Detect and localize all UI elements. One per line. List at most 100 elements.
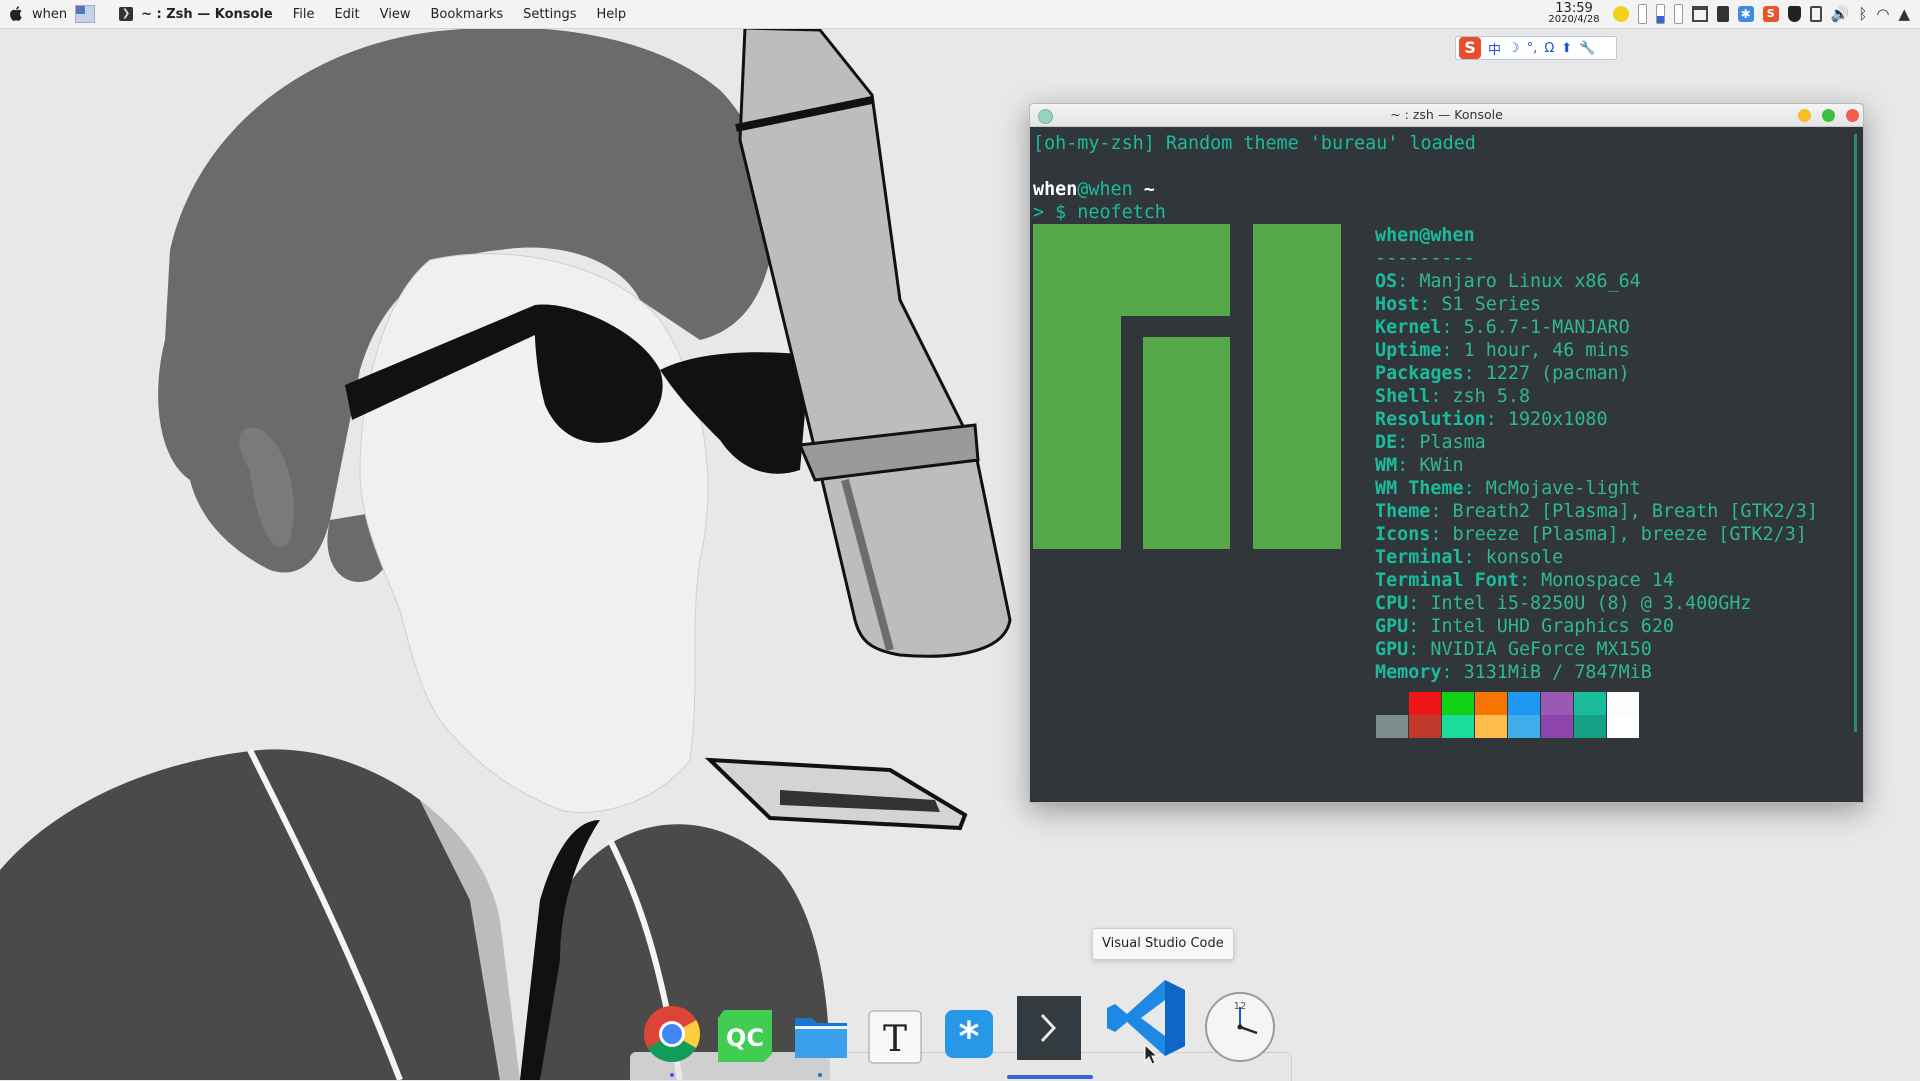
- info-colon: :: [1441, 340, 1464, 361]
- apple-menu-icon[interactable]: [10, 6, 24, 22]
- info-key: Theme: [1375, 501, 1431, 522]
- info-key: Icons: [1375, 524, 1431, 545]
- menu-help[interactable]: Help: [596, 7, 626, 22]
- info-colon: :: [1441, 317, 1464, 338]
- files-running-indicator: [818, 1073, 822, 1077]
- info-line: GPU: NVIDIA GeForce MX150: [1375, 638, 1652, 661]
- virtual-desktop-2-icon[interactable]: [1655, 4, 1665, 24]
- shield-icon[interactable]: [1787, 6, 1801, 22]
- prompt-line: when@when ~: [1033, 178, 1155, 201]
- prompt-symbol: > $: [1033, 202, 1078, 223]
- palette-swatch: [1376, 715, 1408, 738]
- konsole-app-icon: ❯: [119, 7, 134, 21]
- info-value: Breath2 [Plasma], Breath [GTK2/3]: [1452, 501, 1818, 522]
- konsole-active-indicator: [1007, 1075, 1093, 1079]
- virtual-desktop-1-icon[interactable]: [1637, 4, 1647, 24]
- palette-swatch: [1409, 692, 1441, 715]
- info-line: OS: Manjaro Linux x86_64: [1375, 270, 1641, 293]
- minimize-button[interactable]: [1798, 109, 1811, 122]
- menu-file[interactable]: File: [293, 7, 315, 22]
- input-method-icon[interactable]: S: [1762, 6, 1779, 22]
- palette-swatch: [1508, 715, 1540, 738]
- info-key: OS: [1375, 271, 1398, 292]
- trash-icon[interactable]: [1716, 6, 1729, 22]
- clock-app-icon[interactable]: 12: [1203, 990, 1277, 1064]
- prompt-user: when: [1033, 179, 1078, 200]
- info-value: Intel i5-8250U (8) @ 3.400GHz: [1430, 593, 1752, 614]
- virtual-desktop-3-icon[interactable]: [1673, 4, 1683, 24]
- pin-icon[interactable]: [1038, 109, 1053, 124]
- terminal-output[interactable]: [oh-my-zsh] Random theme 'bureau' loaded…: [1033, 128, 1853, 798]
- maximize-button[interactable]: [1822, 109, 1835, 122]
- info-value: S1 Series: [1441, 294, 1542, 315]
- info-value: Intel UHD Graphics 620: [1430, 616, 1674, 637]
- menu-settings[interactable]: Settings: [523, 7, 576, 22]
- info-colon: :: [1430, 501, 1453, 522]
- info-key: GPU: [1375, 616, 1409, 637]
- chrome-icon[interactable]: [643, 1005, 701, 1063]
- bluetooth-icon[interactable]: ᛒ: [1858, 6, 1867, 22]
- moon-icon[interactable]: ☽: [1508, 41, 1520, 56]
- menu-view[interactable]: View: [380, 7, 411, 22]
- info-line: Host: S1 Series: [1375, 293, 1541, 316]
- close-button[interactable]: [1846, 109, 1859, 122]
- info-line: Icons: breeze [Plasma], breeze [GTK2/3]: [1375, 523, 1807, 546]
- night-color-icon[interactable]: [1612, 6, 1629, 22]
- svg-text:*: *: [959, 1014, 980, 1060]
- wrench-icon[interactable]: 🔧: [1579, 41, 1595, 56]
- info-key: CPU: [1375, 593, 1409, 614]
- info-header: when@when: [1375, 225, 1475, 246]
- window-titlebar[interactable]: ~ : zsh — Konsole: [1030, 104, 1863, 127]
- tray-expand-icon[interactable]: ▲: [1898, 6, 1910, 22]
- info-line: Resolution: 1920x1080: [1375, 408, 1608, 431]
- menu-bookmarks[interactable]: Bookmarks: [431, 7, 504, 22]
- menu-edit[interactable]: Edit: [334, 7, 359, 22]
- window-title: ~ : zsh — Konsole: [1390, 107, 1503, 122]
- info-key: Memory: [1375, 662, 1442, 683]
- info-value: Monospace 14: [1541, 570, 1674, 591]
- manjaro-logo-block: [1253, 224, 1341, 549]
- info-key: GPU: [1375, 639, 1409, 660]
- clock-time: 13:59: [1555, 1, 1593, 16]
- palette-swatch: [1475, 715, 1507, 738]
- typora-icon[interactable]: T: [866, 1008, 924, 1066]
- info-value: McMojave-light: [1485, 478, 1641, 499]
- clock[interactable]: 13:59 2020/4/28: [1548, 1, 1599, 25]
- info-key: Terminal Font: [1375, 570, 1519, 591]
- volume-icon[interactable]: 🔊: [1831, 6, 1850, 22]
- sogou-icon[interactable]: *: [941, 1006, 997, 1064]
- symbol-icon[interactable]: Ω: [1544, 41, 1554, 56]
- info-colon: :: [1419, 294, 1442, 315]
- info-line: WM: KWin: [1375, 454, 1464, 477]
- info-colon: :: [1408, 639, 1431, 660]
- konsole-window: ~ : zsh — Konsole [oh-my-zsh] Random the…: [1029, 103, 1864, 803]
- palette-swatch: [1541, 715, 1573, 738]
- sogou-logo-icon[interactable]: S: [1459, 37, 1481, 59]
- show-desktop-icon[interactable]: [1691, 6, 1708, 22]
- ime-chinese-toggle[interactable]: 中: [1488, 39, 1501, 58]
- manjaro-logo-block: [1033, 316, 1121, 549]
- clipboard-icon[interactable]: [1809, 6, 1822, 22]
- sogou-tray-icon[interactable]: ✱: [1737, 6, 1754, 22]
- palette-swatch: [1409, 715, 1441, 738]
- info-colon: :: [1485, 409, 1508, 430]
- info-key: Shell: [1375, 386, 1431, 407]
- skin-icon[interactable]: ⬆: [1561, 41, 1572, 56]
- info-value: Plasma: [1419, 432, 1486, 453]
- info-value: 1227 (pacman): [1485, 363, 1630, 384]
- folder-icon[interactable]: [792, 1010, 850, 1062]
- user-menu[interactable]: when: [32, 7, 67, 22]
- info-colon: :: [1463, 363, 1486, 384]
- desktop-pager-icon[interactable]: [75, 5, 96, 23]
- wifi-icon[interactable]: ◠: [1876, 6, 1889, 22]
- konsole-icon[interactable]: [1016, 995, 1082, 1061]
- info-line: GPU: Intel UHD Graphics 620: [1375, 615, 1674, 638]
- info-value: KWin: [1419, 455, 1464, 476]
- info-colon: :: [1430, 524, 1453, 545]
- info-line: Memory: 3131MiB / 7847MiB: [1375, 661, 1652, 684]
- palette-swatch: [1376, 692, 1408, 715]
- mouse-cursor-icon: [1144, 1044, 1158, 1065]
- scrollbar[interactable]: [1854, 134, 1857, 732]
- punctuation-icon[interactable]: °,: [1527, 41, 1538, 56]
- qt-creator-icon[interactable]: QC: [716, 1008, 774, 1064]
